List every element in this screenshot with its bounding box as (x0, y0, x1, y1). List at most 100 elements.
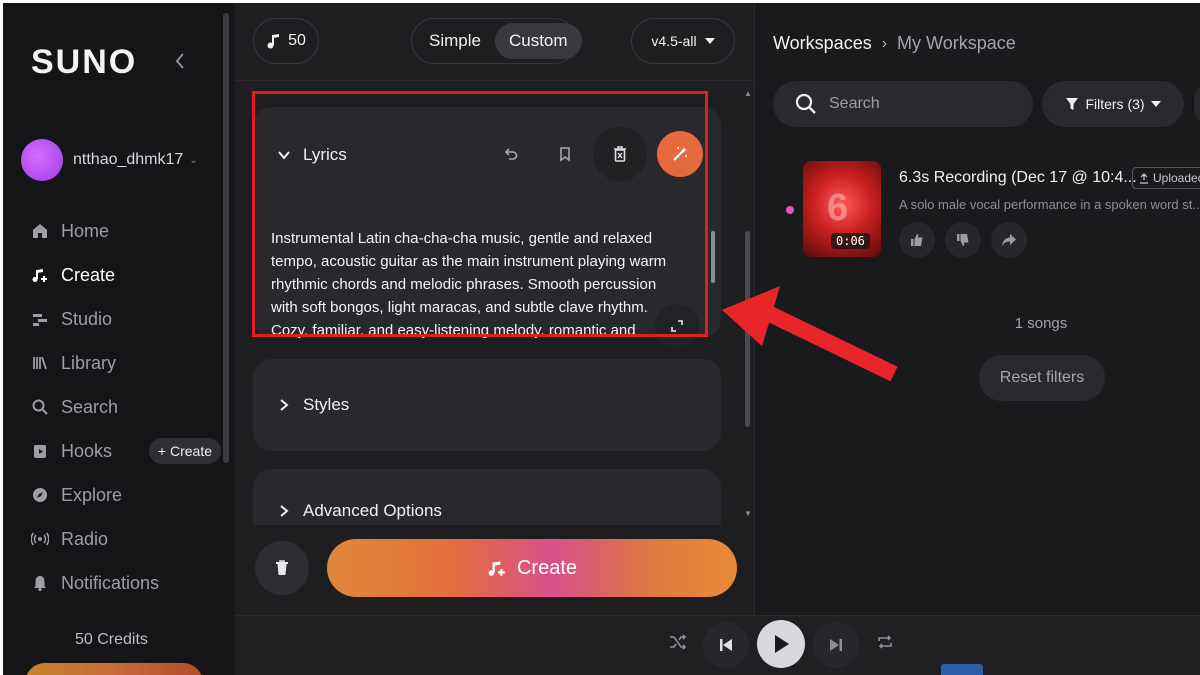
thumbs-down-icon[interactable] (945, 222, 981, 258)
suno-logo[interactable]: SUNO (31, 43, 137, 82)
next-track-icon[interactable] (813, 622, 859, 668)
search-icon (795, 93, 816, 114)
sidebar-nav: Home Create Studio Library Search Hooks (31, 209, 221, 605)
scroll-up-icon[interactable]: ▲ (744, 89, 752, 98)
sidebar-item-label: Explore (61, 484, 123, 505)
collapse-sidebar-icon[interactable] (173, 51, 189, 71)
workspace-search-input[interactable]: Search (773, 81, 1033, 127)
radio-icon (31, 532, 49, 546)
annotation-arrow-icon (722, 286, 898, 382)
sidebar-item-library[interactable]: Library (31, 341, 221, 385)
model-version-select[interactable]: v4.5-all (631, 18, 735, 64)
share-icon[interactable] (991, 222, 1027, 258)
caret-down-icon (704, 38, 715, 44)
styles-header[interactable]: Styles (277, 395, 349, 415)
song-description: A solo male vocal performance in a spoke… (899, 197, 1199, 212)
upgrade-button[interactable] (25, 663, 203, 675)
studio-icon (33, 314, 47, 326)
scroll-down-icon[interactable]: ▼ (744, 509, 752, 518)
music-note-icon (267, 34, 280, 49)
sidebar-item-label: Home (61, 220, 110, 241)
sidebar-item-notifications[interactable]: Notifications (31, 561, 221, 605)
player-bar (235, 615, 1200, 675)
sidebar-item-label: Studio (61, 308, 113, 329)
mode-simple[interactable]: Simple (415, 23, 495, 59)
sidebar-item-explore[interactable]: Explore (31, 473, 221, 517)
music-plus-icon (32, 269, 47, 282)
lyrics-scrollbar[interactable] (711, 231, 715, 283)
uploaded-badge: Uploaded (1132, 167, 1200, 189)
credits-count: 50 (288, 32, 306, 49)
caret-down-icon (1150, 101, 1161, 107)
home-icon (33, 224, 47, 238)
search-icon (32, 399, 48, 415)
chevron-down-icon: ⌄ (189, 154, 198, 166)
create-button[interactable]: Create (327, 539, 737, 597)
mode-toggle: Simple Custom (411, 18, 582, 64)
previous-track-icon[interactable] (703, 622, 749, 668)
now-playing-thumbnail[interactable] (941, 664, 983, 675)
credits-pill[interactable]: 50 (253, 18, 319, 64)
filter-icon (1066, 98, 1079, 110)
advanced-options-section[interactable]: Advanced Options (253, 469, 721, 525)
uploaded-label: Uploaded (1153, 171, 1200, 185)
reset-filters-button[interactable]: Reset filters (979, 355, 1105, 401)
breadcrumb: Workspaces › My Workspace (773, 33, 1016, 54)
chevron-right-icon: › (881, 34, 888, 52)
sidebar-item-label: Hooks (61, 440, 113, 461)
filters-label: Filters (3) (1085, 96, 1145, 112)
styles-label: Styles (303, 395, 350, 414)
hooks-create-button[interactable]: + Create (148, 438, 221, 464)
create-button-label: Create (516, 556, 578, 579)
thumbs-up-icon[interactable] (899, 222, 935, 258)
styles-section[interactable]: Styles (253, 359, 721, 451)
sidebar-item-label: Search (61, 396, 119, 417)
username: ntthao_dhmk17 (73, 151, 184, 168)
library-icon (33, 356, 47, 370)
sidebar-scrollbar[interactable] (223, 13, 229, 463)
credits-balance: 50 Credits (75, 631, 148, 648)
bell-icon (34, 576, 46, 592)
create-topbar: 50 Simple Custom v4.5-all (253, 18, 735, 66)
chevron-right-icon (280, 399, 289, 411)
filters-button[interactable]: Filters (3) (1042, 81, 1184, 127)
song-title[interactable]: 6.3s Recording (Dec 17 @ 10:4... (899, 169, 1137, 187)
user-menu[interactable]: ntthao_dhmk17 ⌄ (21, 139, 198, 181)
mode-custom[interactable]: Custom (494, 23, 582, 59)
sidebar-item-radio[interactable]: Radio (31, 517, 221, 561)
sidebar-item-create[interactable]: Create (31, 253, 221, 297)
cover-art-text: 6 (827, 187, 849, 229)
avatar (21, 139, 63, 181)
play-icon[interactable] (757, 620, 805, 668)
trash-icon[interactable] (255, 541, 309, 595)
sidebar-item-home[interactable]: Home (31, 209, 221, 253)
repeat-icon[interactable] (876, 633, 894, 656)
create-actions: Create (253, 539, 737, 597)
shuffle-icon[interactable] (669, 633, 687, 656)
sidebar-item-label: Library (61, 352, 117, 373)
sidebar-item-studio[interactable]: Studio (31, 297, 221, 341)
new-song-indicator (786, 206, 794, 214)
lyrics-highlight-box (252, 91, 708, 337)
advanced-options-label: Advanced Options (303, 501, 442, 520)
sidebar-item-label: Notifications (61, 572, 160, 593)
compass-icon (33, 488, 47, 502)
sidebar-item-hooks[interactable]: Hooks + Create (31, 429, 221, 473)
song-cover[interactable]: 6 0:06 (803, 161, 881, 257)
song-actions (899, 222, 1037, 258)
sidebar-item-label: Radio (61, 528, 109, 549)
model-version-label: v4.5-all (651, 33, 697, 49)
sort-button[interactable] (1194, 81, 1200, 127)
sidebar-item-search[interactable]: Search (31, 385, 221, 429)
sidebar-item-label: Create (61, 264, 116, 285)
upload-icon (1140, 172, 1148, 184)
chevron-right-icon (280, 505, 289, 517)
song-duration: 0:06 (831, 233, 870, 249)
search-placeholder: Search (829, 95, 880, 112)
advanced-options-header[interactable]: Advanced Options (277, 501, 442, 521)
breadcrumb-workspaces[interactable]: Workspaces (773, 33, 872, 54)
sidebar: SUNO ntthao_dhmk17 ⌄ Home Create Studio (3, 3, 233, 675)
hooks-icon (34, 445, 46, 458)
music-plus-icon (488, 561, 505, 576)
breadcrumb-current: My Workspace (897, 33, 1016, 53)
